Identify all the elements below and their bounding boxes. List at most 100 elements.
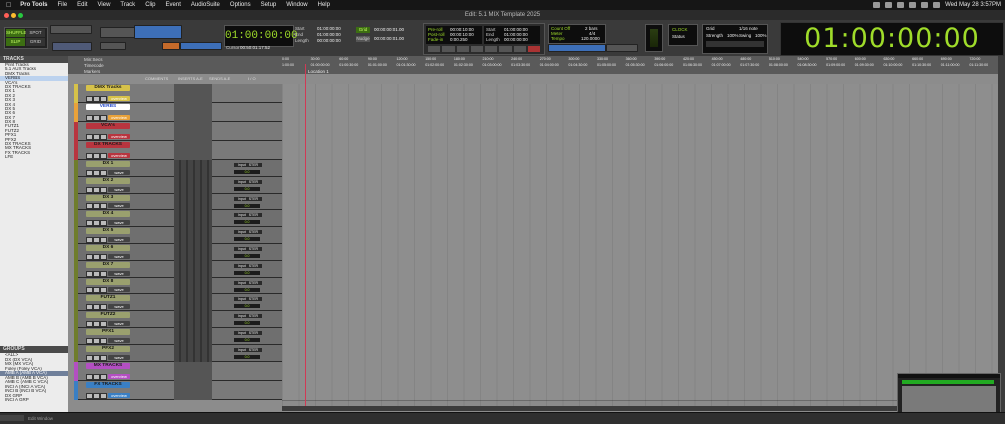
status-label[interactable]: Status — [672, 34, 685, 39]
track-name[interactable]: DX 6 — [86, 245, 130, 251]
tempo-label[interactable]: Tempo — [551, 36, 565, 41]
track-volume[interactable]: 0.0 — [234, 220, 260, 225]
menu-view[interactable]: View — [93, 2, 116, 8]
track-input-selector[interactable]: Input STER — [234, 196, 262, 201]
fadein-label[interactable]: Fade-in — [428, 37, 443, 42]
inserts-sends-slots[interactable] — [174, 160, 212, 177]
return-to-zero-button[interactable] — [442, 46, 455, 52]
rec-button[interactable] — [100, 134, 107, 140]
grid-button[interactable]: Grid — [356, 27, 370, 33]
timecode-ruler[interactable]: 1:00:00 01:00:00:00 01:00:30:00 01:01:00:00… — [282, 63, 998, 68]
mute-button[interactable] — [86, 134, 93, 140]
spot-mode-button[interactable]: SPOT — [26, 29, 45, 37]
mute-button[interactable] — [86, 287, 93, 294]
track-view-selector[interactable]: wave — [108, 236, 130, 242]
mute-button[interactable] — [86, 96, 93, 102]
track-input-selector[interactable]: Input STER — [234, 163, 262, 167]
solo-button[interactable] — [93, 392, 100, 399]
stop-button[interactable] — [470, 46, 483, 52]
mute-button[interactable] — [86, 203, 93, 210]
fadein-value[interactable]: 0:00.250 — [450, 37, 468, 42]
rec-button[interactable] — [100, 270, 107, 277]
menu-file[interactable]: File — [52, 2, 72, 8]
tracks-list-title[interactable]: TRACKS — [0, 56, 68, 63]
track-header[interactable]: PFX1 wave Input STER 0.0 — [74, 328, 282, 345]
link-button[interactable] — [162, 42, 180, 50]
menubar-clock[interactable]: Wed May 28 3:57PM — [945, 2, 1001, 8]
track-view-selector[interactable]: wave — [108, 203, 130, 209]
status-icon[interactable] — [885, 2, 893, 8]
track-view-selector[interactable]: overview — [108, 115, 130, 120]
track-header[interactable]: DMX Tracks overview — [74, 84, 282, 103]
rec-button[interactable] — [100, 220, 107, 227]
track-name[interactable]: DX 2 — [86, 177, 130, 184]
solo-button[interactable] — [93, 115, 100, 121]
battery-icon[interactable] — [909, 2, 917, 8]
inserts-sends-slots[interactable] — [174, 311, 212, 328]
track-view-selector[interactable]: overview — [108, 153, 130, 158]
menu-window[interactable]: Window — [281, 2, 312, 8]
track-name[interactable]: DX 1 — [86, 161, 130, 167]
minsecs-ruler[interactable]: 0:00 30:00 60:00 90:00 120:00 150:00 180:00 210… — [282, 57, 998, 62]
status-icon[interactable] — [897, 2, 905, 8]
track-volume[interactable]: 0.0 — [234, 270, 260, 275]
track-volume[interactable]: 0.0 — [234, 304, 260, 309]
track-volume[interactable]: 0.0 — [234, 237, 260, 242]
tracks-list-item[interactable]: LFE — [0, 155, 68, 159]
track-header[interactable]: DX 2 wave Input STER 0.0 — [74, 176, 282, 194]
horizontal-scrollbar[interactable] — [282, 406, 998, 411]
strength-value[interactable]: 100% — [727, 33, 739, 38]
rec-button[interactable] — [100, 320, 107, 327]
rec-button[interactable] — [100, 169, 107, 176]
rec-button[interactable] — [100, 115, 107, 121]
track-header[interactable]: FUTZ1 wave Input STER 0.0 — [74, 294, 282, 312]
track-view-selector[interactable]: overview — [108, 392, 130, 398]
main-counter[interactable]: 01:00:00:00 — [225, 26, 298, 46]
track-name[interactable]: FUTZ1 — [86, 295, 130, 302]
track-view-selector[interactable]: overview — [108, 96, 130, 101]
record-button[interactable] — [527, 46, 540, 52]
rec-button[interactable] — [100, 236, 107, 243]
groove-grid-value[interactable]: 1/16 note — [739, 26, 758, 31]
track-name[interactable]: FX TRACKS — [86, 381, 130, 388]
mute-button[interactable] — [86, 373, 93, 380]
track-input-selector[interactable]: Input STER — [234, 347, 262, 352]
inserts-sends-slots[interactable] — [174, 260, 212, 278]
solo-button[interactable] — [93, 236, 100, 243]
solo-button[interactable] — [93, 304, 100, 311]
solo-button[interactable] — [93, 153, 100, 159]
track-name[interactable]: DX 7 — [86, 261, 130, 268]
solo-button[interactable] — [93, 186, 100, 193]
strength-label[interactable]: Strength — [706, 33, 723, 38]
zoom-preset-buttons[interactable] — [52, 42, 92, 51]
track-volume[interactable]: 0.0 — [234, 254, 260, 258]
slip-mode-button[interactable]: SLIP — [6, 38, 25, 46]
track-input-selector[interactable]: Input STER — [234, 179, 262, 184]
track-input-selector[interactable]: Input STER — [234, 280, 262, 285]
menu-event[interactable]: Event — [161, 2, 186, 8]
track-header[interactable]: DX 3 wave Input STER 0.0 — [74, 193, 282, 211]
solo-button[interactable] — [93, 354, 100, 361]
track-header[interactable]: DX TRACKS overview — [74, 141, 282, 160]
swing-label[interactable]: Swing — [739, 33, 751, 38]
nudge-button[interactable]: Nudge — [356, 36, 370, 42]
solo-button[interactable] — [93, 220, 100, 227]
online-button[interactable] — [428, 46, 441, 52]
minimize-icon[interactable] — [11, 12, 16, 18]
inserts-sends-slots[interactable] — [174, 193, 212, 211]
zoom-controls[interactable] — [50, 25, 92, 34]
shuffle-mode-button[interactable]: SHUFFLE — [6, 29, 27, 37]
midi-controls[interactable] — [548, 44, 606, 52]
track-name[interactable]: DX 8 — [86, 278, 130, 285]
track-view-selector[interactable]: wave — [108, 287, 130, 293]
grid-mode-button[interactable]: GRID — [26, 38, 45, 46]
track-view-selector[interactable]: wave — [108, 253, 130, 259]
track-input-selector[interactable]: Input STER — [234, 331, 262, 335]
timeline-grid[interactable] — [282, 84, 998, 406]
track-name[interactable]: MX TRACKS — [86, 362, 130, 369]
big-counter[interactable]: 01:00:00:00 — [781, 23, 1003, 55]
track-header[interactable]: DX 8 wave Input STER 0.0 — [74, 277, 282, 295]
link-selection-buttons[interactable] — [180, 42, 222, 50]
rec-button[interactable] — [100, 354, 107, 361]
track-input-selector[interactable]: Input STER — [234, 314, 262, 319]
